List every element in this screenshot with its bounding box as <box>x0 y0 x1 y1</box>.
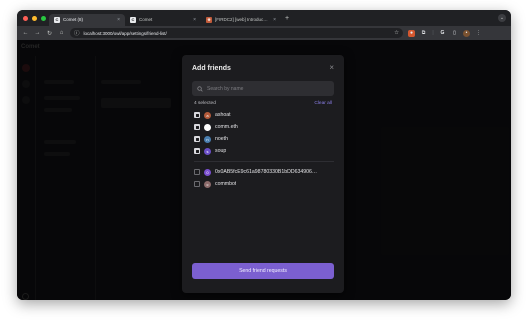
avatar: c <box>204 180 211 188</box>
checkbox-unchecked[interactable] <box>194 169 200 175</box>
list-item[interactable]: a ashoat <box>194 109 334 121</box>
user-name: 0x0AB5fcE9c61a98780330B1bDD634906… <box>215 169 318 175</box>
browser-toolbar: ← → ↻ ⌂ ⓘ localhost:3000/owl/app/setting… <box>17 26 511 40</box>
google-icon[interactable]: G <box>439 30 446 37</box>
close-window-button[interactable] <box>23 15 28 21</box>
close-icon[interactable]: × <box>329 63 334 72</box>
minimize-window-button[interactable] <box>32 15 37 21</box>
user-name: ashoat <box>215 112 231 118</box>
comet-app: Comet Add friends × Search by name 4 sel… <box>17 40 511 300</box>
user-list: a ashoat comm.eth n noeth s soup 0 0x0AB… <box>194 109 334 190</box>
home-icon[interactable]: ⌂ <box>58 30 65 36</box>
back-arrow-icon[interactable]: ← <box>22 30 29 36</box>
profile-avatar[interactable]: • <box>463 29 470 37</box>
user-name: soup <box>215 148 227 154</box>
search-input[interactable] <box>207 85 327 92</box>
user-name: commbot <box>215 181 237 187</box>
maximize-window-button[interactable] <box>41 15 46 21</box>
forward-arrow-icon[interactable]: → <box>34 30 41 36</box>
modal-title: Add friends <box>192 65 231 72</box>
tab-search-chevron-icon[interactable]: ⌄ <box>498 14 506 22</box>
list-item[interactable]: s soup <box>194 145 334 157</box>
avatar: 0 <box>204 168 211 176</box>
tab-label: Comet <box>139 17 153 22</box>
puzzle-icon[interactable]: ⧉ <box>420 30 427 37</box>
checkbox-unchecked[interactable] <box>194 181 200 187</box>
tab-close-icon[interactable]: × <box>273 17 276 23</box>
checkbox-checked[interactable] <box>194 136 200 142</box>
list-item[interactable]: comm.eth <box>194 121 334 133</box>
list-divider <box>194 161 334 162</box>
avatar: n <box>204 135 211 143</box>
window-controls <box>17 15 49 21</box>
list-item[interactable]: n noeth <box>194 133 334 145</box>
checkbox-checked[interactable] <box>194 112 200 118</box>
site-info-icon[interactable]: ⓘ <box>74 29 80 37</box>
browser-tab-2[interactable]: ✳ [FIRDC2] [web] Introduce c… × <box>201 14 281 26</box>
new-tab-button[interactable]: + <box>285 15 289 22</box>
add-friends-modal: Add friends × 4 selected Clear all a ash… <box>182 55 344 293</box>
tab-close-icon[interactable]: × <box>117 17 120 23</box>
tab-close-icon[interactable]: × <box>193 17 196 23</box>
user-name: noeth <box>215 136 228 142</box>
checkbox-checked[interactable] <box>194 124 200 130</box>
browser-window: C Comet (8) × C Comet × ✳ [FIRDC2] [web]… <box>17 10 511 300</box>
sidepanel-icon[interactable]: ▯ <box>451 30 458 37</box>
avatar: s <box>204 147 211 155</box>
menu-dots-icon[interactable]: ⋮ <box>475 30 482 37</box>
tab-label: [FIRDC2] [web] Introduce c… <box>215 17 271 22</box>
list-item[interactable]: c commbot <box>194 178 334 190</box>
user-name: comm.eth <box>215 124 238 130</box>
avatar <box>204 123 211 131</box>
reload-icon[interactable]: ↻ <box>46 30 53 37</box>
avatar: a <box>204 111 211 119</box>
extension-icon[interactable]: ● <box>408 29 415 37</box>
phabricator-favicon-icon: ✳ <box>206 16 212 23</box>
divider-icon: | <box>432 30 434 36</box>
selected-count: 4 selected <box>194 101 216 106</box>
comet-favicon-icon: C <box>130 16 136 23</box>
comet-favicon-icon: C <box>54 16 60 23</box>
tab-bar: C Comet (8) × C Comet × ✳ [FIRDC2] [web]… <box>17 10 511 26</box>
browser-tab-1[interactable]: C Comet × <box>125 14 201 26</box>
url-text[interactable]: localhost:3000/owl/app/settings/friend-l… <box>84 31 391 36</box>
send-friend-requests-button[interactable]: Send friend requests <box>192 263 334 279</box>
selection-summary: 4 selected Clear all <box>194 101 332 106</box>
browser-tab-0[interactable]: C Comet (8) × <box>49 13 125 26</box>
list-item[interactable]: 0 0x0AB5fcE9c61a98780330B1bDD634906… <box>194 166 334 178</box>
search-icon <box>197 85 203 92</box>
clear-all-button[interactable]: Clear all <box>314 101 332 106</box>
address-bar[interactable]: ⓘ localhost:3000/owl/app/settings/friend… <box>70 28 403 38</box>
checkbox-checked[interactable] <box>194 148 200 154</box>
search-field[interactable] <box>192 81 334 96</box>
bookmark-star-icon[interactable]: ☆ <box>394 30 399 36</box>
tab-label: Comet (8) <box>63 17 84 22</box>
